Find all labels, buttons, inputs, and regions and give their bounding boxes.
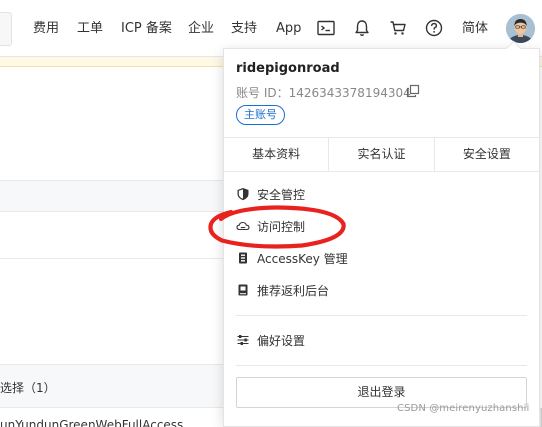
menu-label: 偏好设置 (257, 333, 306, 348)
selected-items-header: 选择（1） (0, 364, 230, 408)
nav-support[interactable]: 支持 (231, 20, 257, 37)
cart-icon[interactable] (388, 18, 408, 38)
menu-label: AccessKey 管理 (257, 251, 348, 266)
menu-divider (236, 315, 527, 316)
key-card-icon (239, 252, 247, 264)
selected-count-label: 选择（1） (0, 381, 56, 395)
account-username: ridepigonroad (236, 61, 340, 76)
search-input[interactable] (0, 12, 12, 46)
nav-tickets[interactable]: 工单 (77, 20, 103, 37)
bell-icon[interactable] (352, 18, 372, 38)
account-tabs: 基本资料 实名认证 安全设置 (224, 137, 539, 172)
red-annotation-circle (208, 205, 346, 249)
avatar[interactable] (506, 14, 535, 43)
shield-icon (237, 188, 249, 201)
terminal-icon[interactable] (316, 18, 336, 38)
tab-real-name-auth[interactable]: 实名认证 (329, 138, 435, 171)
nav-enterprise[interactable]: 企业 (188, 20, 214, 37)
menu-divider (236, 365, 527, 366)
policy-name: unYundunGreenWebFullAccess (0, 418, 184, 427)
table-header (0, 180, 230, 212)
menu-label: 安全管控 (257, 187, 306, 202)
book-icon (238, 284, 248, 296)
menu-label: 推荐返利后台 (257, 283, 330, 298)
account-type-badge: 主账号 (236, 105, 285, 125)
account-id: 账号 ID：1426343378194304 (236, 86, 411, 100)
nav-app[interactable]: App (276, 20, 301, 37)
tab-security-settings[interactable]: 安全设置 (435, 138, 539, 171)
table-row-divider (0, 258, 230, 259)
copy-icon[interactable] (406, 84, 420, 98)
help-icon[interactable] (424, 18, 444, 38)
language-switch[interactable]: 简体 (462, 20, 488, 37)
menu-preferences[interactable]: 偏好设置 (236, 329, 305, 351)
sliders-icon (237, 335, 249, 345)
nav-icp-filing[interactable]: ICP 备案 (121, 20, 172, 37)
menu-accesskey-management[interactable]: AccessKey 管理 (236, 247, 348, 269)
menu-referral-backend[interactable]: 推荐返利后台 (236, 279, 329, 301)
menu-security-control[interactable]: 安全管控 (236, 183, 305, 205)
nav-billing[interactable]: 费用 (33, 20, 59, 37)
tab-basic-info[interactable]: 基本资料 (224, 138, 330, 171)
watermark: CSDN @meirenyuzhanshii (397, 403, 530, 414)
